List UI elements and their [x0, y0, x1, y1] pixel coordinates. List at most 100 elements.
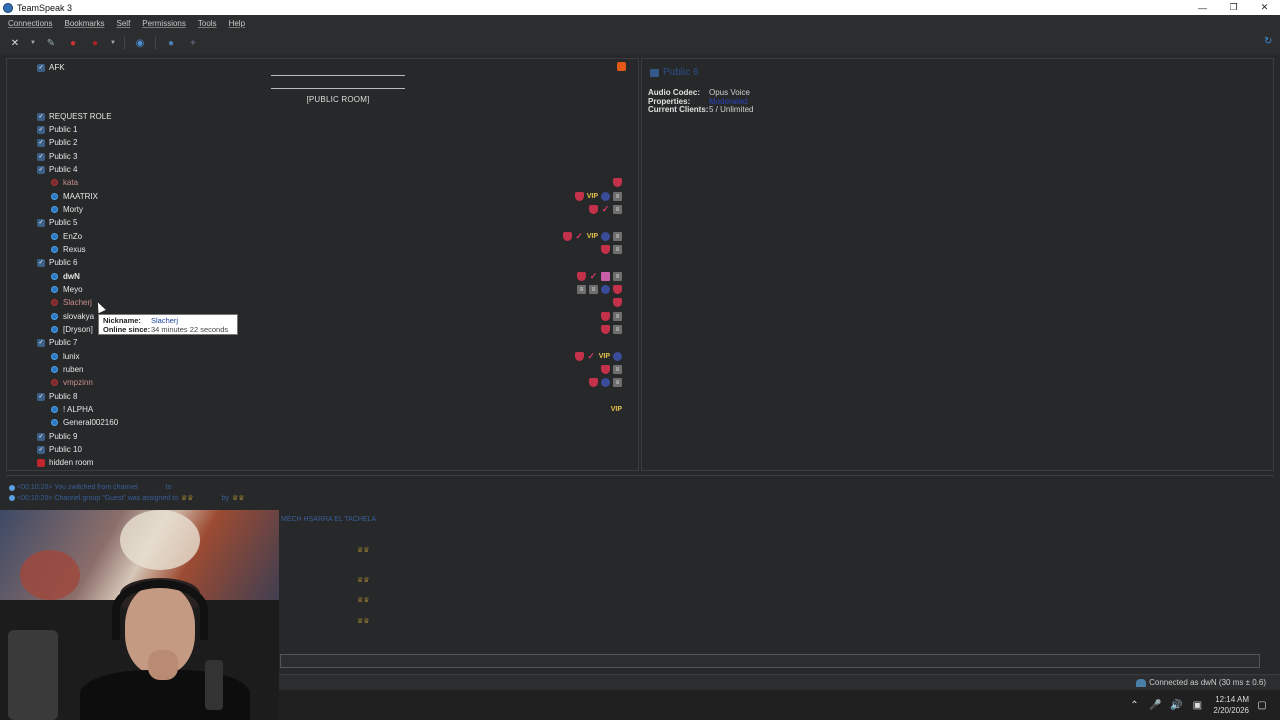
rank-stripes-icon: ≡	[589, 285, 598, 294]
channel-name: Public 10	[49, 445, 82, 454]
client-badges: ✓ VIP	[572, 350, 622, 363]
channel-name: Public 8	[49, 392, 78, 401]
microphone-icon[interactable]: 🎤	[1147, 700, 1163, 711]
server-group-shield-icon	[577, 272, 586, 281]
volume-icon[interactable]: 🔊	[1168, 700, 1184, 711]
chat-line-text: MECH HSARRA EL TACHELA	[281, 516, 377, 523]
client-row[interactable]: lunix ✓ VIP	[51, 350, 634, 363]
channel-row[interactable]: ✓ REQUEST ROLE	[37, 110, 634, 123]
client-row[interactable]: dwN ✓ ≡	[51, 270, 634, 283]
channel-icon: ✓	[37, 152, 45, 161]
menu-connections[interactable]: Connections	[8, 19, 52, 28]
channel-row[interactable]: ✓ Public 5	[37, 216, 634, 229]
client-icon	[51, 366, 58, 373]
mute-speakers-icon[interactable]: ●	[88, 36, 102, 50]
client-row[interactable]: vmpzinn ≡	[51, 376, 634, 389]
client-badges	[610, 176, 622, 189]
tooltip-online-value: 34 minutes 22 seconds	[151, 325, 229, 334]
channel-name: Public 7	[49, 338, 78, 347]
menu-permissions[interactable]: Permissions	[142, 19, 186, 28]
chat-line-text: to	[165, 484, 172, 491]
client-name: slovakya	[63, 312, 95, 321]
client-row[interactable]: Rexus ≡	[51, 243, 634, 256]
client-row[interactable]: General002160	[51, 416, 634, 429]
channel-row[interactable]: ✓ Public 8	[37, 390, 634, 403]
crown-icon: ♕♕	[357, 577, 370, 584]
channel-tree: [PUBLIC ROOM] ✓ AFK ✓ REQUEST ROLE ✓ Public 1…	[6, 58, 639, 471]
client-icon	[51, 419, 58, 426]
channel-properties: Audio Codec: Opus Voice Properties: Modera…	[648, 88, 753, 115]
channel-icon: ✓	[37, 125, 45, 134]
client-row[interactable]: Meyo ≡ ≡	[51, 283, 634, 296]
crown-icon: ♕♕	[357, 547, 370, 554]
away-icon[interactable]: ✎	[44, 36, 58, 50]
rank-stripes-icon: ≡	[613, 232, 622, 241]
rank-stripes-icon: ≡	[577, 285, 586, 294]
menu-tools[interactable]: Tools	[198, 19, 217, 28]
restore-button[interactable]: ❐	[1218, 0, 1249, 15]
minimize-button[interactable]: —	[1187, 0, 1218, 15]
client-row[interactable]: Slacherj	[51, 296, 634, 309]
contacts-icon[interactable]: ●	[164, 36, 178, 50]
info-icon	[9, 484, 15, 491]
client-row[interactable]: ruben ≡	[51, 363, 634, 376]
whisper-icon[interactable]: ✦	[186, 36, 200, 50]
menu-bookmarks[interactable]: Bookmarks	[64, 19, 104, 28]
client-row[interactable]: Morty ✓ ≡	[51, 203, 634, 216]
channel-icon: ✓	[37, 165, 45, 174]
server-group-shield-icon	[613, 285, 622, 294]
dropdown-arrow-icon[interactable]: ▼	[30, 36, 36, 50]
close-button[interactable]: ✕	[1249, 0, 1280, 15]
current-clients-key: Current Clients:	[648, 105, 709, 114]
channel-row[interactable]: ✓ Public 7	[37, 336, 634, 349]
connection-status-icon: ↻	[1264, 36, 1273, 47]
channel-name: REQUEST ROLE	[49, 112, 112, 121]
channel-row[interactable]: ✓ Public 9	[37, 430, 634, 443]
country-badge-icon	[601, 378, 610, 387]
crown-icon: ♕♕	[357, 597, 370, 604]
channel-row[interactable]: ✓ AFK	[37, 61, 634, 74]
channel-icon: ✓	[37, 63, 45, 72]
mute-microphone-icon[interactable]: ●	[66, 36, 80, 50]
clock[interactable]: 12:14 AM 2/20/2026	[1213, 694, 1249, 716]
client-row[interactable]: MAATRIX VIP ≡	[51, 190, 634, 203]
channel-row[interactable]: ✓ Public 2	[37, 136, 634, 149]
menu-self[interactable]: Self	[117, 19, 131, 28]
chat-input[interactable]	[280, 654, 1260, 668]
channel-row[interactable]: ✓ Public 1	[37, 123, 634, 136]
disconnect-icon[interactable]: ✕	[8, 36, 22, 50]
channel-info-panel: Public 6 Audio Codec: Opus Voice Properti…	[641, 58, 1274, 471]
client-row[interactable]: EnZo ✓ VIP ≡	[51, 230, 634, 243]
channel-icon: ✓	[37, 338, 45, 347]
dropdown-arrow-icon[interactable]: ▼	[110, 36, 116, 50]
client-badges: ≡	[598, 310, 622, 323]
subscribe-icon[interactable]: ◉	[133, 36, 147, 50]
chat-line: ♕♕	[281, 546, 370, 554]
channel-row[interactable]: ✓ Public 10	[37, 443, 634, 456]
channel-row[interactable]: ✓ Public 4	[37, 163, 634, 176]
client-icon	[51, 273, 58, 280]
toolbar: ✕ ▼ ✎ ● ● ▼ ◉ ● ✦ ↻	[0, 32, 1280, 54]
menu-help[interactable]: Help	[229, 19, 245, 28]
client-row[interactable]: ! ALPHA VIP	[51, 403, 634, 416]
notification-icon[interactable]: ▢	[1254, 700, 1270, 711]
crown-icon: ♕♕	[357, 618, 370, 625]
toolbar-separator	[124, 36, 125, 50]
client-row[interactable]: kata	[51, 176, 634, 189]
channel-info-title: Public 6	[650, 67, 699, 78]
channel-icon: ✓	[37, 392, 45, 401]
channel-row[interactable]: hidden room	[37, 456, 634, 469]
channel-row[interactable]: ✓ Public 6	[37, 256, 634, 269]
system-tray: ⌃ 🎤 🔊 ▣ 12:14 AM 2/20/2026 ▢	[1121, 690, 1270, 720]
server-group-shield-icon	[601, 365, 610, 374]
network-icon[interactable]: ▣	[1189, 700, 1205, 711]
client-icon	[51, 406, 58, 413]
client-badges: VIP	[608, 403, 622, 416]
chevron-up-icon[interactable]: ⌃	[1126, 700, 1142, 711]
window-title: TeamSpeak 3	[17, 2, 73, 13]
client-badges: ≡ ≡	[574, 283, 622, 296]
vip-badge: VIP	[586, 193, 598, 200]
client-badges: ✓ ≡	[586, 203, 622, 216]
server-group-shield-icon	[574, 192, 584, 201]
channel-row[interactable]: ✓ Public 3	[37, 150, 634, 163]
